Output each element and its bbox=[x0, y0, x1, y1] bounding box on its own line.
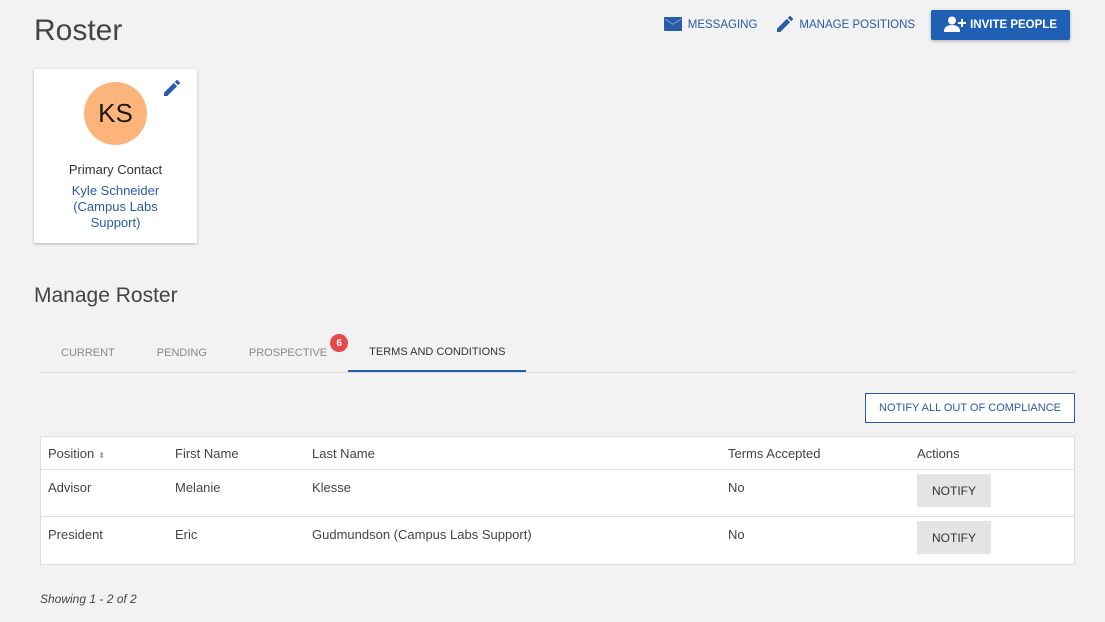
tab-prospective[interactable]: PROSPECTIVE 6 bbox=[228, 334, 349, 372]
pagination-summary: Showing 1 - 2 of 2 bbox=[40, 592, 137, 606]
cell-last-name: Klesse bbox=[312, 480, 352, 495]
messaging-button[interactable]: MESSAGING bbox=[654, 10, 768, 40]
avatar: KS bbox=[84, 82, 147, 145]
roster-tabs: CURRENT PENDING PROSPECTIVE 6 TERMS AND … bbox=[40, 334, 1075, 373]
count-badge: 6 bbox=[330, 334, 349, 352]
column-header-actions: Actions bbox=[917, 445, 960, 461]
envelope-icon bbox=[663, 16, 682, 34]
table-header-row: Position ⬍ First Name Last Name Terms Acc… bbox=[41, 437, 1074, 470]
top-actions: MESSAGING MANAGE POSITIONS INVITE PEOPLE bbox=[654, 10, 1070, 40]
contact-role: Primary Contact bbox=[68, 162, 163, 177]
tab-terms-and-conditions[interactable]: TERMS AND CONDITIONS bbox=[348, 334, 527, 372]
cell-actions: NOTIFY bbox=[910, 517, 1074, 564]
cell-terms-accepted: No bbox=[728, 527, 745, 542]
tab-label: PROSPECTIVE bbox=[248, 347, 328, 359]
cell-terms-accepted: No bbox=[728, 480, 745, 495]
tab-label: CURRENT bbox=[61, 347, 115, 359]
invite-people-button[interactable]: INVITE PEOPLE bbox=[931, 10, 1070, 40]
column-header-first-name: First Name bbox=[175, 445, 239, 461]
notify-all-button[interactable]: NOTIFY ALL OUT OF COMPLIANCE bbox=[865, 393, 1075, 423]
tab-label: TERMS AND CONDITIONS bbox=[369, 346, 506, 358]
cell-actions: NOTIFY bbox=[910, 470, 1074, 516]
column-header-position[interactable]: Position ⬍ bbox=[41, 446, 168, 461]
cell-position: President bbox=[48, 527, 103, 542]
edit-contact-pencil-icon[interactable] bbox=[164, 80, 180, 101]
notify-button[interactable]: NOTIFY bbox=[917, 474, 991, 507]
cell-position: Advisor bbox=[48, 480, 92, 495]
sort-icon[interactable]: ⬍ bbox=[98, 451, 105, 460]
invite-people-label: INVITE PEOPLE bbox=[970, 19, 1057, 31]
add-user-icon bbox=[944, 16, 967, 35]
tab-label: PENDING bbox=[156, 347, 207, 359]
cell-first-name: Melanie bbox=[175, 480, 221, 495]
cell-last-name: Gudmundson (Campus Labs Support) bbox=[312, 527, 532, 542]
section-title: Manage Roster bbox=[34, 284, 178, 307]
notify-button[interactable]: NOTIFY bbox=[917, 521, 991, 554]
table-row: President Eric Gudmundson (Campus Labs S… bbox=[41, 517, 1074, 564]
roster-table: Position ⬍ First Name Last Name Terms Acc… bbox=[40, 436, 1075, 565]
manage-positions-label: MANAGE POSITIONS bbox=[799, 19, 916, 31]
pencil-icon bbox=[777, 15, 794, 35]
column-header-last-name: Last Name bbox=[312, 445, 375, 461]
tab-current[interactable]: CURRENT bbox=[40, 334, 136, 372]
tab-pending[interactable]: PENDING bbox=[136, 334, 228, 372]
messaging-label: MESSAGING bbox=[687, 19, 758, 31]
table-row: Advisor Melanie Klesse No NOTIFY bbox=[41, 470, 1074, 517]
column-header-terms-accepted: Terms Accepted bbox=[728, 445, 821, 461]
contact-name-link[interactable]: Kyle Schneider (Campus Labs Support) bbox=[54, 183, 177, 231]
manage-positions-button[interactable]: MANAGE POSITIONS bbox=[767, 10, 925, 40]
page-title: Roster bbox=[34, 14, 123, 47]
primary-contact-card: KS Primary Contact Kyle Schneider (Campu… bbox=[34, 69, 197, 243]
cell-first-name: Eric bbox=[175, 527, 198, 542]
